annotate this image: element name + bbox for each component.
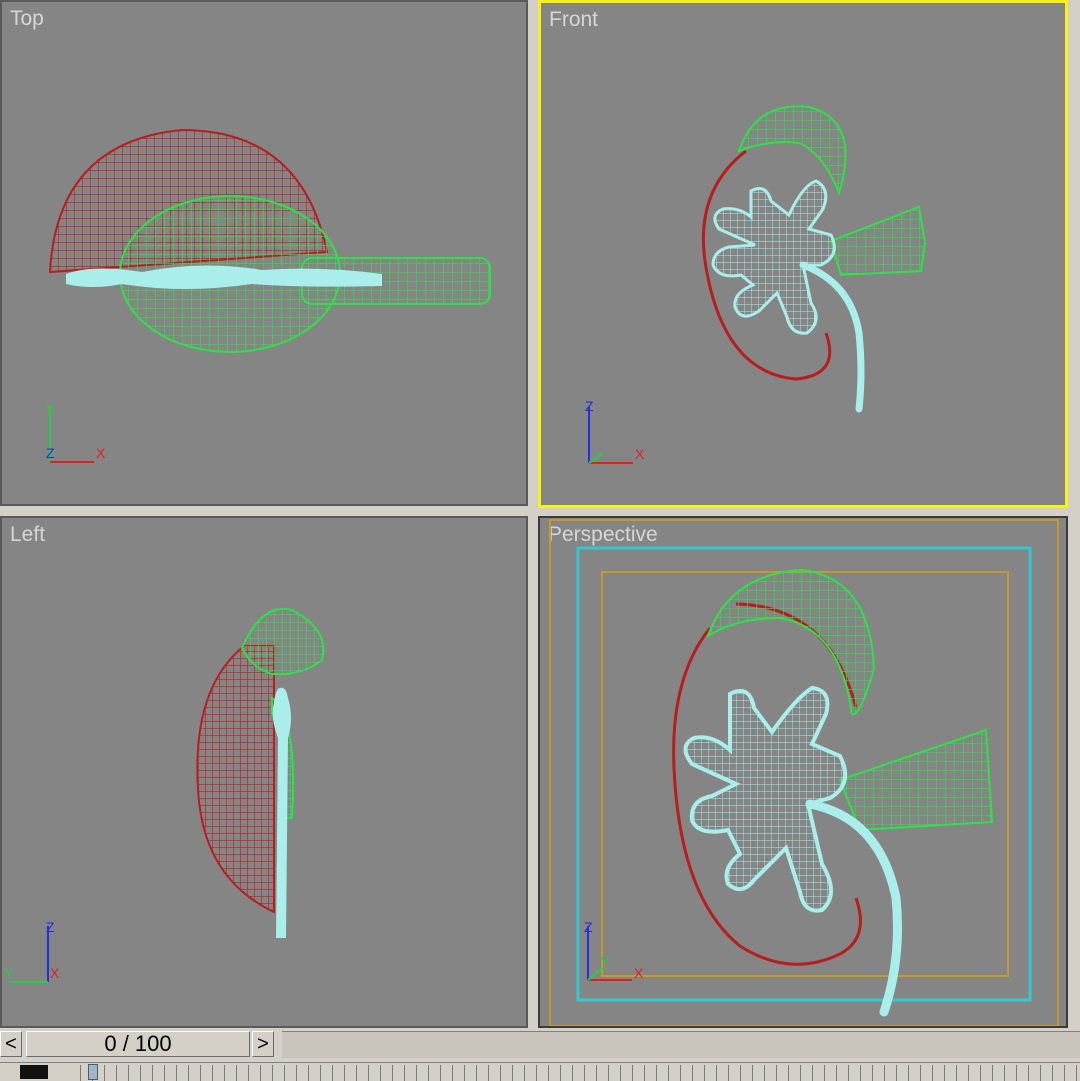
axis-tripod-left: Z X Y bbox=[4, 919, 60, 983]
axis-b-label-top: X bbox=[96, 445, 106, 461]
axis-a-label-left: Z bbox=[46, 919, 55, 935]
chevron-left-icon: < bbox=[5, 1033, 17, 1055]
prev-frame-button[interactable]: < bbox=[0, 1031, 22, 1057]
axis-tripod-top: Y X Z bbox=[46, 401, 106, 463]
time-slider[interactable]: 0 / 100 bbox=[26, 1031, 250, 1057]
time-track[interactable] bbox=[282, 1031, 1080, 1058]
viewport-left[interactable]: Left Z X Y bbox=[0, 516, 528, 1028]
axis-a-label-top: Y bbox=[46, 401, 56, 417]
frame-counter: 0 / 100 bbox=[104, 1031, 172, 1056]
viewport-front[interactable]: Front Z X bbox=[538, 0, 1068, 508]
key-mode-icon[interactable] bbox=[20, 1065, 48, 1079]
viewport-top[interactable]: Top Y X Z bbox=[0, 0, 528, 506]
track-bar-ticks bbox=[80, 1065, 1080, 1081]
axis-c-label-left: Y bbox=[4, 965, 14, 981]
chevron-right-icon: > bbox=[257, 1033, 269, 1055]
track-bar[interactable] bbox=[0, 1062, 1080, 1081]
track-bar-key-marker[interactable] bbox=[88, 1064, 98, 1080]
axis-c-label-perspective: Y bbox=[600, 953, 610, 969]
axis-a-label-front: Z bbox=[585, 399, 594, 414]
time-slider-bar: < 0 / 100 > bbox=[0, 1028, 1080, 1062]
axis-a-label-perspective: Z bbox=[584, 919, 593, 935]
axis-tripod-perspective: Z X Y bbox=[584, 919, 644, 981]
viewport-perspective[interactable]: Perspective Z X Y bbox=[538, 516, 1068, 1028]
axis-tripod-front: Z X bbox=[585, 399, 645, 464]
next-frame-button[interactable]: > bbox=[252, 1031, 274, 1057]
axis-c-label-top: Z bbox=[46, 445, 55, 461]
axis-b-label-left: X bbox=[50, 965, 60, 981]
axis-b-label-front: X bbox=[635, 446, 645, 462]
axis-b-label-perspective: X bbox=[634, 965, 644, 981]
